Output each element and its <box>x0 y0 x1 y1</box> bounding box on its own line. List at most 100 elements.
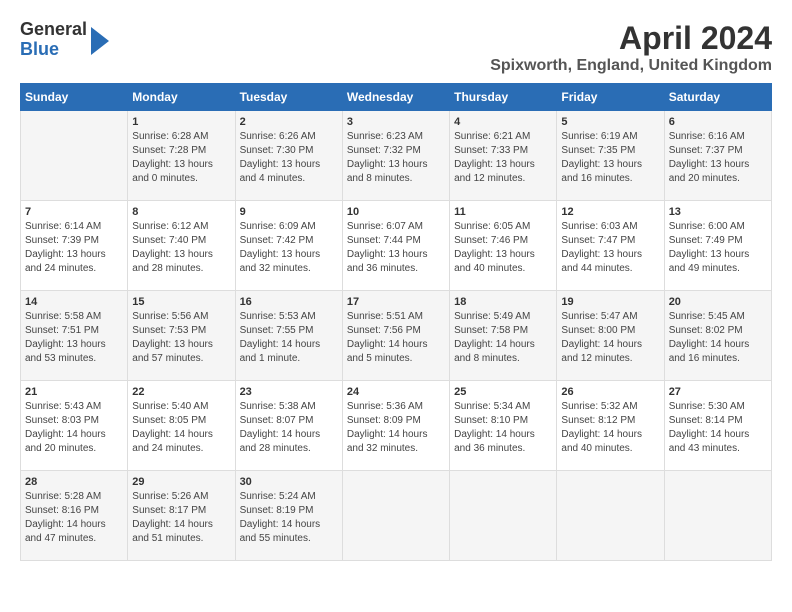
day-number: 10 <box>347 206 445 218</box>
month-title: April 2024 <box>490 20 772 57</box>
day-info: Sunrise: 6:23 AM Sunset: 7:32 PM Dayligh… <box>347 130 445 186</box>
day-number: 14 <box>25 296 123 308</box>
day-cell <box>342 471 449 561</box>
day-number: 13 <box>669 206 767 218</box>
day-info: Sunrise: 6:26 AM Sunset: 7:30 PM Dayligh… <box>240 130 338 186</box>
day-cell: 28 Sunrise: 5:28 AM Sunset: 8:16 PM Dayli… <box>21 471 128 561</box>
day-info: Sunrise: 6:09 AM Sunset: 7:42 PM Dayligh… <box>240 220 338 276</box>
day-info: Sunrise: 6:12 AM Sunset: 7:40 PM Dayligh… <box>132 220 230 276</box>
day-number: 4 <box>454 116 552 128</box>
day-number: 29 <box>132 476 230 488</box>
day-number: 30 <box>240 476 338 488</box>
day-number: 24 <box>347 386 445 398</box>
logo-blue: Blue <box>20 40 87 60</box>
day-cell: 30Sunrise: 5:24 AM Sunset: 8:19 PM Dayli… <box>235 471 342 561</box>
day-info: Sunrise: 5:34 AM Sunset: 8:10 PM Dayligh… <box>454 400 552 456</box>
day-cell: 14 Sunrise: 5:58 AM Sunset: 7:51 PM Dayli… <box>21 291 128 381</box>
day-number: 11 <box>454 206 552 218</box>
day-info: Sunrise: 6:03 AM Sunset: 7:47 PM Dayligh… <box>561 220 659 276</box>
day-number: 25 <box>454 386 552 398</box>
day-number: 5 <box>561 116 659 128</box>
day-cell: 23Sunrise: 5:38 AM Sunset: 8:07 PM Dayli… <box>235 381 342 471</box>
day-info: Sunrise: 5:56 AM Sunset: 7:53 PM Dayligh… <box>132 310 230 366</box>
day-cell: 2 Sunrise: 6:26 AM Sunset: 7:30 PM Daylig… <box>235 111 342 201</box>
day-number: 20 <box>669 296 767 308</box>
day-cell: 22Sunrise: 5:40 AM Sunset: 8:05 PM Dayli… <box>128 381 235 471</box>
day-cell: 24 Sunrise: 5:36 AM Sunset: 8:09 PM Dayli… <box>342 381 449 471</box>
day-info: Sunrise: 6:21 AM Sunset: 7:33 PM Dayligh… <box>454 130 552 186</box>
day-cell: 7 Sunrise: 6:14 AM Sunset: 7:39 PM Daylig… <box>21 201 128 291</box>
day-cell: 4 Sunrise: 6:21 AM Sunset: 7:33 PM Daylig… <box>450 111 557 201</box>
day-cell <box>21 111 128 201</box>
week-row-3: 14 Sunrise: 5:58 AM Sunset: 7:51 PM Dayli… <box>21 291 772 381</box>
week-row-4: 21Sunrise: 5:43 AM Sunset: 8:03 PM Dayli… <box>21 381 772 471</box>
day-number: 28 <box>25 476 123 488</box>
day-cell <box>664 471 771 561</box>
logo: General Blue <box>20 20 109 60</box>
day-info: Sunrise: 6:16 AM Sunset: 7:37 PM Dayligh… <box>669 130 767 186</box>
day-info: Sunrise: 6:14 AM Sunset: 7:39 PM Dayligh… <box>25 220 123 276</box>
day-number: 18 <box>454 296 552 308</box>
day-cell: 18 Sunrise: 5:49 AM Sunset: 7:58 PM Dayli… <box>450 291 557 381</box>
day-number: 16 <box>240 296 338 308</box>
calendar-table: SundayMondayTuesdayWednesdayThursdayFrid… <box>20 83 772 561</box>
location: Spixworth, England, United Kingdom <box>490 57 772 75</box>
day-cell: 1 Sunrise: 6:28 AM Sunset: 7:28 PM Daylig… <box>128 111 235 201</box>
day-number: 12 <box>561 206 659 218</box>
logo-general: General <box>20 20 87 40</box>
day-number: 15 <box>132 296 230 308</box>
header-row: SundayMondayTuesdayWednesdayThursdayFrid… <box>21 84 772 111</box>
day-cell: 27 Sunrise: 5:30 AM Sunset: 8:14 PM Dayli… <box>664 381 771 471</box>
day-info: Sunrise: 5:28 AM Sunset: 8:16 PM Dayligh… <box>25 490 123 546</box>
day-info: Sunrise: 6:00 AM Sunset: 7:49 PM Dayligh… <box>669 220 767 276</box>
day-cell: 20 Sunrise: 5:45 AM Sunset: 8:02 PM Dayli… <box>664 291 771 381</box>
day-number: 6 <box>669 116 767 128</box>
day-cell: 15 Sunrise: 5:56 AM Sunset: 7:53 PM Dayli… <box>128 291 235 381</box>
day-cell: 26 Sunrise: 5:32 AM Sunset: 8:12 PM Dayli… <box>557 381 664 471</box>
header-day-sunday: Sunday <box>21 84 128 111</box>
week-row-1: 1 Sunrise: 6:28 AM Sunset: 7:28 PM Daylig… <box>21 111 772 201</box>
title-area: April 2024 Spixworth, England, United Ki… <box>490 20 772 75</box>
day-info: Sunrise: 5:45 AM Sunset: 8:02 PM Dayligh… <box>669 310 767 366</box>
day-info: Sunrise: 6:05 AM Sunset: 7:46 PM Dayligh… <box>454 220 552 276</box>
week-row-5: 28 Sunrise: 5:28 AM Sunset: 8:16 PM Dayli… <box>21 471 772 561</box>
day-cell: 16 Sunrise: 5:53 AM Sunset: 7:55 PM Dayli… <box>235 291 342 381</box>
day-number: 9 <box>240 206 338 218</box>
day-info: Sunrise: 5:51 AM Sunset: 7:56 PM Dayligh… <box>347 310 445 366</box>
day-info: Sunrise: 5:38 AM Sunset: 8:07 PM Dayligh… <box>240 400 338 456</box>
header-day-wednesday: Wednesday <box>342 84 449 111</box>
day-number: 1 <box>132 116 230 128</box>
day-cell: 8 Sunrise: 6:12 AM Sunset: 7:40 PM Daylig… <box>128 201 235 291</box>
day-number: 7 <box>25 206 123 218</box>
header-day-saturday: Saturday <box>664 84 771 111</box>
day-cell: 6 Sunrise: 6:16 AM Sunset: 7:37 PM Daylig… <box>664 111 771 201</box>
header-day-friday: Friday <box>557 84 664 111</box>
day-info: Sunrise: 6:28 AM Sunset: 7:28 PM Dayligh… <box>132 130 230 186</box>
day-info: Sunrise: 5:26 AM Sunset: 8:17 PM Dayligh… <box>132 490 230 546</box>
day-info: Sunrise: 5:53 AM Sunset: 7:55 PM Dayligh… <box>240 310 338 366</box>
day-info: Sunrise: 5:32 AM Sunset: 8:12 PM Dayligh… <box>561 400 659 456</box>
day-info: Sunrise: 5:47 AM Sunset: 8:00 PM Dayligh… <box>561 310 659 366</box>
day-number: 2 <box>240 116 338 128</box>
day-cell: 3Sunrise: 6:23 AM Sunset: 7:32 PM Daylig… <box>342 111 449 201</box>
day-number: 19 <box>561 296 659 308</box>
header: General Blue April 2024 Spixworth, Engla… <box>20 20 772 75</box>
day-info: Sunrise: 5:30 AM Sunset: 8:14 PM Dayligh… <box>669 400 767 456</box>
day-cell: 12 Sunrise: 6:03 AM Sunset: 7:47 PM Dayli… <box>557 201 664 291</box>
day-cell: 25 Sunrise: 5:34 AM Sunset: 8:10 PM Dayli… <box>450 381 557 471</box>
day-number: 8 <box>132 206 230 218</box>
day-info: Sunrise: 5:49 AM Sunset: 7:58 PM Dayligh… <box>454 310 552 366</box>
header-day-tuesday: Tuesday <box>235 84 342 111</box>
day-info: Sunrise: 5:58 AM Sunset: 7:51 PM Dayligh… <box>25 310 123 366</box>
day-cell: 29 Sunrise: 5:26 AM Sunset: 8:17 PM Dayli… <box>128 471 235 561</box>
day-number: 27 <box>669 386 767 398</box>
logo-arrow-icon <box>91 27 109 55</box>
day-number: 26 <box>561 386 659 398</box>
day-cell: 21Sunrise: 5:43 AM Sunset: 8:03 PM Dayli… <box>21 381 128 471</box>
day-cell: 19 Sunrise: 5:47 AM Sunset: 8:00 PM Dayli… <box>557 291 664 381</box>
day-info: Sunrise: 5:36 AM Sunset: 8:09 PM Dayligh… <box>347 400 445 456</box>
day-info: Sunrise: 5:40 AM Sunset: 8:05 PM Dayligh… <box>132 400 230 456</box>
day-cell: 9 Sunrise: 6:09 AM Sunset: 7:42 PM Daylig… <box>235 201 342 291</box>
day-cell: 11 Sunrise: 6:05 AM Sunset: 7:46 PM Dayli… <box>450 201 557 291</box>
day-cell: 13 Sunrise: 6:00 AM Sunset: 7:49 PM Dayli… <box>664 201 771 291</box>
